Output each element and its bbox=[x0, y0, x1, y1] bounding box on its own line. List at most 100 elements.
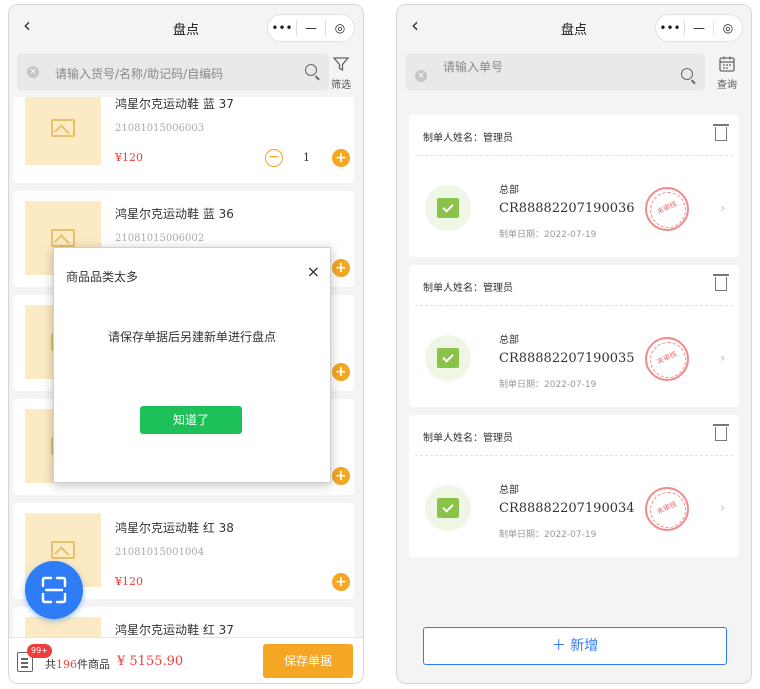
order-icon-badge bbox=[425, 485, 471, 531]
more-icon[interactable]: ••• bbox=[268, 21, 296, 35]
image-icon bbox=[51, 541, 75, 559]
increase-qty-button[interactable]: + bbox=[332, 259, 350, 277]
search-bar: × 请输入单号 bbox=[405, 54, 705, 90]
order-card[interactable]: 制单人姓名：管理员 总部 CR88882207190034 制单日期：2022-… bbox=[409, 415, 739, 557]
increase-qty-button[interactable]: + bbox=[332, 363, 350, 381]
calendar-check-icon bbox=[437, 348, 459, 368]
product-name: 鸿星尔克运动鞋 蓝 36 bbox=[115, 207, 234, 221]
minimize-icon[interactable]: — bbox=[297, 21, 325, 35]
dialog-message: 请保存单据后另建新单进行盘点 bbox=[107, 330, 276, 344]
product-name: 鸿星尔克运动鞋 蓝 37 bbox=[115, 97, 234, 111]
unreviewed-stamp: 未审核 bbox=[645, 187, 689, 231]
order-card[interactable]: 制单人姓名：管理员 总部 CR88882207190036 制单日期：2022-… bbox=[409, 115, 739, 257]
more-icon[interactable]: ••• bbox=[656, 21, 684, 35]
filter-button[interactable]: 筛选 bbox=[331, 55, 351, 91]
clear-icon[interactable]: × bbox=[27, 66, 39, 78]
total-amount: ¥ 5155.90 bbox=[117, 654, 184, 669]
add-new-button[interactable]: ＋ 新增 bbox=[423, 627, 727, 665]
order-number: CR88882207190036 bbox=[499, 201, 635, 216]
search-bar: × 请输入货号/名称/助记码/自编码 bbox=[17, 54, 329, 90]
increase-qty-button[interactable]: + bbox=[332, 573, 350, 591]
dialog-title: 商品品类太多 bbox=[66, 270, 139, 284]
unreviewed-stamp: 未审核 bbox=[645, 337, 689, 381]
search-input[interactable]: 请输入货号/名称/助记码/自编码 bbox=[55, 65, 223, 82]
image-icon bbox=[51, 229, 75, 247]
product-name: 鸿星尔克运动鞋 红 38 bbox=[115, 521, 234, 535]
calendar-check-icon bbox=[437, 198, 459, 218]
inventory-list-screen: ‹ 盘点 ••• — ◎ × 请输入单号 查询 制单人姓名：管理员 总部 CR8… bbox=[396, 4, 752, 684]
nav-bar: ‹ 盘点 ••• — ◎ bbox=[397, 5, 751, 49]
product-name: 鸿星尔克运动鞋 红 37 bbox=[115, 623, 234, 637]
total-suffix: 件商品 bbox=[77, 658, 110, 671]
nav-bar: ‹ 盘点 ••• — ◎ bbox=[9, 5, 363, 49]
product-price: ¥120 bbox=[115, 575, 143, 588]
product-price: ¥120 bbox=[115, 151, 143, 164]
inventory-count-screen: ‹ 盘点 ••• — ◎ × 请输入货号/名称/助记码/自编码 筛选 鸿星尔克运… bbox=[8, 4, 364, 684]
product-code: 21081015001004 bbox=[115, 547, 205, 558]
filter-label: 筛选 bbox=[331, 80, 351, 91]
branch-name: 总部 bbox=[499, 185, 519, 196]
order-date: 制单日期：2022-07-19 bbox=[499, 230, 597, 240]
unreviewed-stamp: 未审核 bbox=[645, 487, 689, 531]
order-date: 制单日期：2022-07-19 bbox=[499, 380, 597, 390]
stamp-text: 未审核 bbox=[655, 199, 679, 217]
total-number: 196 bbox=[56, 658, 77, 671]
filter-icon bbox=[332, 57, 350, 72]
close-icon[interactable]: × bbox=[307, 262, 320, 281]
minimize-icon[interactable]: — bbox=[685, 21, 713, 35]
divider bbox=[415, 155, 733, 156]
total-prefix: 共 bbox=[45, 658, 56, 671]
calendar-check-icon bbox=[437, 498, 459, 518]
product-image-placeholder bbox=[25, 97, 101, 165]
order-number: CR88882207190034 bbox=[499, 501, 635, 516]
miniapp-capsule: ••• — ◎ bbox=[267, 14, 355, 42]
total-count: 共196件商品 bbox=[45, 656, 110, 672]
decrease-qty-button[interactable]: − bbox=[265, 149, 283, 167]
search-icon[interactable] bbox=[681, 68, 693, 80]
order-icon-badge bbox=[425, 335, 471, 381]
close-target-icon[interactable]: ◎ bbox=[714, 21, 742, 35]
maker-name: 制单人姓名：管理员 bbox=[423, 283, 513, 294]
chevron-right-icon[interactable]: › bbox=[720, 351, 725, 365]
clear-icon[interactable]: × bbox=[415, 70, 427, 82]
product-card[interactable]: 鸿星尔克运动鞋 蓝 37 21081015006003 ¥120 − 1 + bbox=[13, 97, 354, 183]
qty-value: 1 bbox=[303, 151, 310, 164]
stamp-text: 未审核 bbox=[655, 349, 679, 367]
bottom-bar: 99+ 共196件商品 ¥ 5155.90 保存单据 bbox=[9, 637, 363, 683]
order-number: CR88882207190035 bbox=[499, 351, 635, 366]
query-label: 查询 bbox=[717, 80, 737, 91]
close-target-icon[interactable]: ◎ bbox=[326, 21, 354, 35]
branch-name: 总部 bbox=[499, 335, 519, 346]
query-button[interactable]: 查询 bbox=[717, 55, 737, 91]
order-search-input[interactable]: 请输入单号 bbox=[443, 58, 503, 75]
miniapp-capsule: ••• — ◎ bbox=[655, 14, 743, 42]
maker-name: 制单人姓名：管理员 bbox=[423, 433, 513, 444]
save-document-button[interactable]: 保存单据 bbox=[263, 644, 353, 678]
plus-icon: ＋ bbox=[551, 638, 566, 654]
divider bbox=[415, 305, 733, 306]
chevron-right-icon[interactable]: › bbox=[720, 201, 725, 215]
image-icon bbox=[51, 119, 75, 137]
increase-qty-button[interactable]: + bbox=[332, 467, 350, 485]
branch-name: 总部 bbox=[499, 485, 519, 496]
divider bbox=[415, 455, 733, 456]
product-code: 21081015006002 bbox=[115, 233, 205, 244]
chevron-right-icon[interactable]: › bbox=[720, 501, 725, 515]
search-icon[interactable] bbox=[305, 64, 317, 76]
maker-name: 制单人姓名：管理员 bbox=[423, 133, 513, 144]
product-code: 21081015006003 bbox=[115, 123, 205, 134]
calendar-icon bbox=[719, 56, 735, 72]
order-date: 制单日期：2022-07-19 bbox=[499, 530, 597, 540]
scan-button[interactable] bbox=[25, 561, 83, 619]
scan-icon bbox=[41, 576, 67, 604]
order-card[interactable]: 制单人姓名：管理员 总部 CR88882207190035 制单日期：2022-… bbox=[409, 265, 739, 407]
got-it-button[interactable]: 知道了 bbox=[140, 406, 242, 434]
stamp-text: 未审核 bbox=[655, 499, 679, 517]
too-many-items-dialog: 商品品类太多 × 请保存单据后另建新单进行盘点 知道了 bbox=[53, 247, 331, 483]
trash-icon[interactable] bbox=[713, 424, 729, 441]
trash-icon[interactable] bbox=[713, 274, 729, 291]
order-icon-badge bbox=[425, 185, 471, 231]
trash-icon[interactable] bbox=[713, 124, 729, 141]
add-label: 新增 bbox=[570, 638, 599, 654]
increase-qty-button[interactable]: + bbox=[332, 149, 350, 167]
